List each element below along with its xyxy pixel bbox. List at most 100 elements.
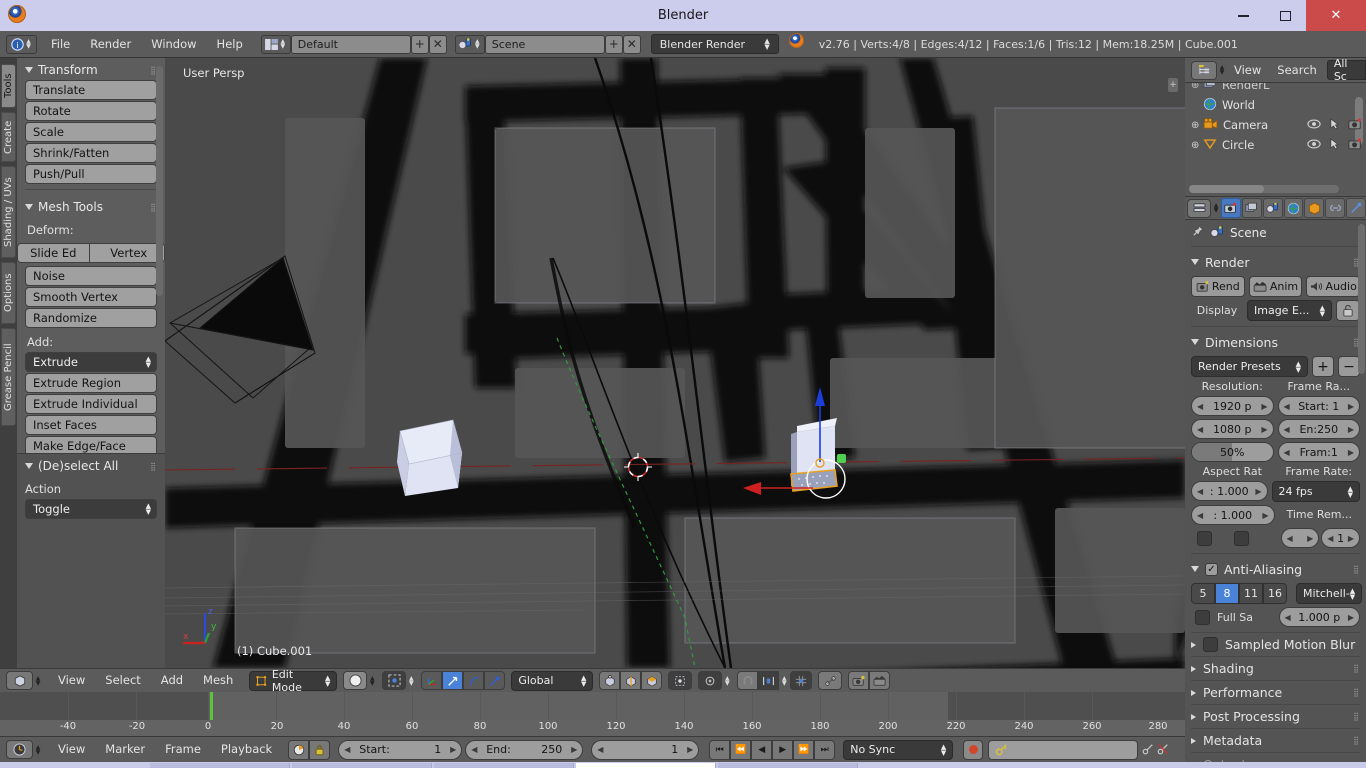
- remove-keyframe-icon[interactable]: [1157, 740, 1169, 759]
- translate-manip-icon[interactable]: [442, 671, 464, 690]
- aa-sample-8[interactable]: 8: [1215, 583, 1239, 604]
- 3d-view-icon[interactable]: [6, 671, 33, 690]
- magnet-icon[interactable]: [737, 671, 759, 690]
- maximize-button[interactable]: [1264, 0, 1306, 31]
- keying-set-field[interactable]: [988, 739, 1139, 760]
- taskbar-item-active[interactable]: [576, 763, 716, 768]
- timeline-icon[interactable]: [6, 740, 33, 759]
- outliner-menu-view[interactable]: View: [1226, 57, 1269, 84]
- expand-icon[interactable]: ⊕: [1191, 83, 1203, 91]
- display-mode-select[interactable]: Image E... ▲ ▼: [1247, 300, 1332, 321]
- outliner-editor-selector[interactable]: ▲ ▼: [1191, 60, 1226, 80]
- tab-tools[interactable]: Tools: [1, 64, 16, 108]
- timeline-menu-marker[interactable]: Marker: [95, 736, 155, 763]
- dimensions-section-header[interactable]: Dimensions ⣿: [1191, 331, 1360, 353]
- minimize-button[interactable]: [1222, 0, 1264, 31]
- expand-icon[interactable]: ⊕: [1191, 140, 1203, 151]
- taskbar-item[interactable]: [434, 763, 574, 768]
- outliner-menu-search[interactable]: Search: [1269, 57, 1325, 84]
- scene-tab-icon[interactable]: [1262, 198, 1283, 218]
- close-button[interactable]: ✕: [1306, 0, 1366, 31]
- extrude-dropdown[interactable]: Extrude ▲ ▼: [25, 352, 157, 372]
- properties-scrollbar[interactable]: [1358, 224, 1365, 374]
- next-keyframe-icon[interactable]: ⏩: [793, 739, 815, 760]
- limit-selection-icon[interactable]: [668, 671, 693, 690]
- automerge-toggle[interactable]: [818, 671, 843, 690]
- current-frame-field[interactable]: ◀ 1 ▶: [591, 739, 700, 760]
- tab-options[interactable]: Options: [1, 262, 16, 324]
- frame-end-field[interactable]: ◀ End: 250 ▶: [465, 739, 584, 760]
- scene-field[interactable]: Scene: [484, 34, 605, 54]
- automerge-icon[interactable]: [818, 671, 843, 690]
- render-opengl-anim-icon[interactable]: [869, 671, 891, 690]
- render-audio-button[interactable]: Audio: [1306, 276, 1361, 297]
- only-selected-icon[interactable]: [288, 739, 310, 760]
- render-tab-icon[interactable]: [1221, 198, 1241, 218]
- expand-icon[interactable]: ⊕: [1191, 120, 1203, 131]
- lock-time-icon[interactable]: [309, 739, 331, 760]
- aa-samples-group[interactable]: 5 8 11 16: [1191, 583, 1287, 604]
- screen-layout-remove-button[interactable]: ✕: [428, 34, 447, 54]
- display-lock-button[interactable]: [1336, 300, 1360, 321]
- frame-step-field[interactable]: ◀ Fram:1 ▶: [1277, 442, 1360, 462]
- section-shading[interactable]: Shading ⣿: [1191, 657, 1360, 680]
- tool-panel-scrollbar[interactable]: [156, 66, 163, 296]
- pivot-median-icon[interactable]: [382, 671, 407, 690]
- snap-target-icon[interactable]: [758, 671, 780, 690]
- noise-button[interactable]: Noise: [25, 266, 157, 286]
- renderlayers-tab-icon[interactable]: [1241, 198, 1262, 218]
- camera-render-icon[interactable]: [1348, 117, 1362, 133]
- render-engine-select[interactable]: Blender Render ▲ ▼: [650, 34, 779, 54]
- tab-create[interactable]: Create: [1, 112, 16, 162]
- aspect-x-field[interactable]: ◀: 1.000 ▶: [1191, 481, 1268, 501]
- operator-panel-header[interactable]: (De)select All ⣿: [17, 454, 165, 476]
- add-keyframe-icon[interactable]: [1142, 740, 1154, 759]
- action-dropdown[interactable]: Toggle ▲ ▼: [25, 499, 157, 519]
- viewport-menu-add[interactable]: Add: [151, 667, 193, 694]
- aa-sample-11[interactable]: 11: [1239, 583, 1263, 604]
- outliner-row-camera[interactable]: ⊕ Camera: [1185, 115, 1366, 135]
- extrude-individual-button[interactable]: Extrude Individual: [25, 394, 157, 414]
- play-reverse-icon[interactable]: ◀: [751, 739, 773, 760]
- 3d-viewport[interactable]: User Persp (1) Cube.001 + z y x: [165, 58, 1185, 668]
- solid-shading-icon[interactable]: [343, 671, 368, 690]
- border-checkbox[interactable]: [1197, 530, 1212, 546]
- tab-shading-uvs[interactable]: Shading / UVs: [1, 166, 16, 258]
- viewport-menu-select[interactable]: Select: [95, 667, 150, 694]
- timeline-menu-playback[interactable]: Playback: [211, 736, 282, 763]
- preset-add-button[interactable]: +: [1312, 356, 1334, 377]
- render-presets-select[interactable]: Render Presets ▲ ▼: [1191, 356, 1308, 377]
- viewport-expand-icon[interactable]: +: [1168, 78, 1178, 92]
- pivot-point-select[interactable]: ▲ ▼: [382, 671, 415, 690]
- scale-manip-icon[interactable]: [484, 671, 506, 690]
- aa-size-field[interactable]: ◀ 1.000 p ▶: [1278, 607, 1360, 627]
- outliner-row-world[interactable]: World: [1185, 95, 1366, 115]
- camera-render-icon[interactable]: [1348, 137, 1362, 153]
- translate-button[interactable]: Translate: [25, 80, 157, 100]
- vertex-select-icon[interactable]: [599, 671, 621, 690]
- full-sample-checkbox[interactable]: [1195, 609, 1210, 625]
- record-icon[interactable]: [963, 739, 984, 760]
- mesh-select-mode-group[interactable]: [599, 671, 663, 690]
- properties-panel[interactable]: Scene Render ⣿ Rend Anim Audio Display I…: [1185, 220, 1366, 768]
- manipulator-group[interactable]: [421, 671, 506, 690]
- edge-select-icon[interactable]: [620, 671, 642, 690]
- object-tab-icon[interactable]: [1304, 198, 1325, 218]
- preset-remove-button[interactable]: −: [1338, 356, 1360, 377]
- timeline-menu-frame[interactable]: Frame: [155, 736, 211, 763]
- screen-layout-add-button[interactable]: +: [410, 34, 429, 54]
- resolution-y-field[interactable]: ◀ 1080 p ▶: [1191, 419, 1274, 439]
- limit-selection-toggle[interactable]: [668, 671, 693, 690]
- prev-keyframe-icon[interactable]: ⏪: [730, 739, 752, 760]
- section-performance[interactable]: Performance ⣿: [1191, 681, 1360, 704]
- antialiasing-section-header[interactable]: ✓ Anti-Aliasing ⣿: [1191, 558, 1360, 580]
- screen-layout-field[interactable]: Default: [290, 34, 411, 54]
- vertex-button[interactable]: Vertex: [94, 244, 165, 262]
- section-metadata[interactable]: Metadata ⣿: [1191, 729, 1360, 752]
- transform-panel-header[interactable]: Transform ⣿: [17, 58, 165, 80]
- opengl-render-group[interactable]: [848, 671, 891, 690]
- interaction-mode-select[interactable]: Edit Mode ▲ ▼: [249, 668, 338, 694]
- resolution-x-field[interactable]: ◀ 1920 p ▶: [1191, 396, 1274, 416]
- render-anim-button[interactable]: Anim: [1248, 276, 1303, 297]
- antialiasing-checkbox[interactable]: ✓: [1205, 562, 1218, 576]
